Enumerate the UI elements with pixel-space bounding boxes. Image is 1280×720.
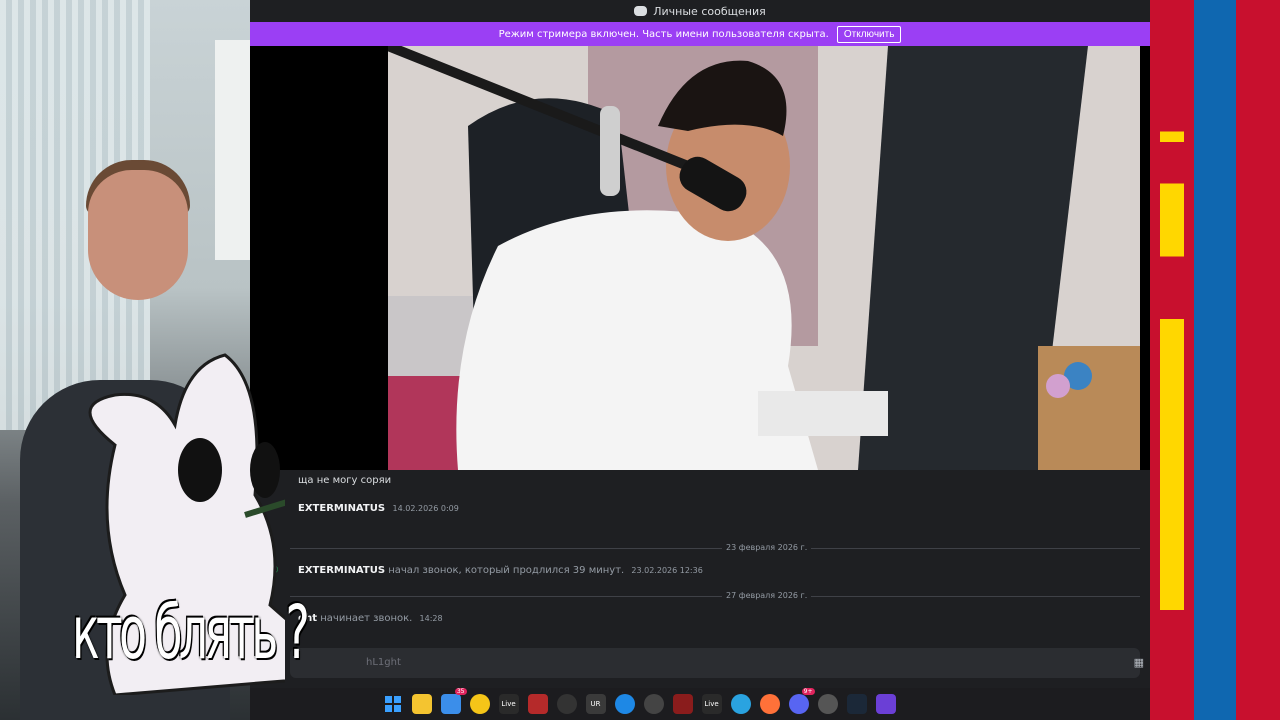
discord-logo-icon — [634, 6, 648, 16]
settings-icon[interactable] — [817, 694, 838, 714]
wall-panel — [215, 40, 250, 260]
vscode-badge-icon[interactable]: 35 — [440, 688, 467, 714]
app-purple-icon[interactable] — [875, 694, 896, 714]
soyombo-symbol — [1160, 90, 1184, 610]
steam-icon[interactable] — [846, 694, 867, 714]
streamer-head — [88, 170, 188, 300]
titlebar: Личные сообщения — [250, 0, 1150, 22]
window-title: Личные сообщения — [653, 4, 766, 18]
video-call-area — [250, 46, 1150, 470]
discord-icon[interactable]: 9+ — [788, 688, 815, 714]
streamer-mode-banner: Режим стримера включен. Часть имени поль… — [250, 22, 1150, 46]
date-label: 23 февраля 2026 г. — [722, 543, 812, 552]
notification-badge: 35 — [454, 688, 467, 695]
call-entry: EXTERMINATUS начал звонок, который продл… — [298, 565, 703, 576]
app-blue-icon[interactable] — [614, 694, 635, 714]
flag-red-stripe-right — [1236, 0, 1280, 720]
call-author[interactable]: EXTERMINATUS — [298, 565, 385, 576]
video-scene — [388, 46, 1140, 470]
flag-overlay — [1150, 0, 1280, 720]
taskbar: 35 Live UR Live 9+ — [250, 688, 1150, 720]
live-icon-2[interactable]: Live — [701, 694, 722, 714]
video-feed[interactable] — [388, 46, 1140, 470]
call-timestamp: 23.02.2026 12:36 — [631, 566, 703, 575]
app-red-icon[interactable] — [527, 694, 548, 714]
discord-window: Личные сообщения Режим стримера включен.… — [250, 0, 1150, 720]
call-text: начинает звонок. — [320, 613, 413, 624]
message-author[interactable]: EXTERMINATUS — [298, 503, 385, 514]
windows-icon[interactable] — [383, 694, 403, 714]
date-divider — [290, 596, 1140, 597]
live-icon[interactable]: Live — [498, 694, 519, 714]
app-yellow-icon[interactable] — [469, 694, 490, 714]
app-circle-icon[interactable] — [556, 694, 577, 714]
explorer-icon[interactable] — [411, 694, 432, 714]
disable-streamer-mode-button[interactable]: Отключить — [836, 25, 902, 43]
app-valorant-icon[interactable] — [672, 694, 693, 714]
flag-red-stripe — [1150, 0, 1194, 720]
message-header: EXTERMINATUS 14.02.2026 0:09 — [298, 503, 459, 514]
message-input-placeholder: hL1ght — [366, 657, 401, 668]
date-label: 27 февраля 2026 г. — [722, 591, 812, 600]
app-github-icon[interactable] — [643, 694, 664, 714]
message-timestamp: 14.02.2026 0:09 — [392, 504, 459, 513]
flag-blue-stripe — [1194, 0, 1236, 720]
notification-badge: 9+ — [801, 688, 815, 695]
date-divider — [290, 548, 1140, 549]
message-text: ща не могу соряи — [298, 475, 392, 486]
call-timestamp: 14:28 — [419, 614, 443, 623]
telegram-icon[interactable] — [730, 694, 751, 714]
message-input[interactable]: hL1ght ▦ — [290, 648, 1144, 678]
overlay-caption: кто блять ? — [72, 590, 310, 676]
call-text: начал звонок, который продлился 39 минут… — [388, 565, 625, 576]
gift-icon[interactable]: ▦ — [1134, 656, 1144, 669]
app-grid-icon[interactable]: UR — [585, 694, 606, 714]
streamer-mode-text: Режим стримера включен. Часть имени поль… — [498, 28, 829, 40]
firefox-icon[interactable] — [759, 694, 780, 714]
chat-area: ща не могу соряи EXTERMINATUS 14.02.2026… — [250, 470, 1150, 720]
call-entry: ght начинает звонок. 14:28 — [298, 613, 443, 624]
